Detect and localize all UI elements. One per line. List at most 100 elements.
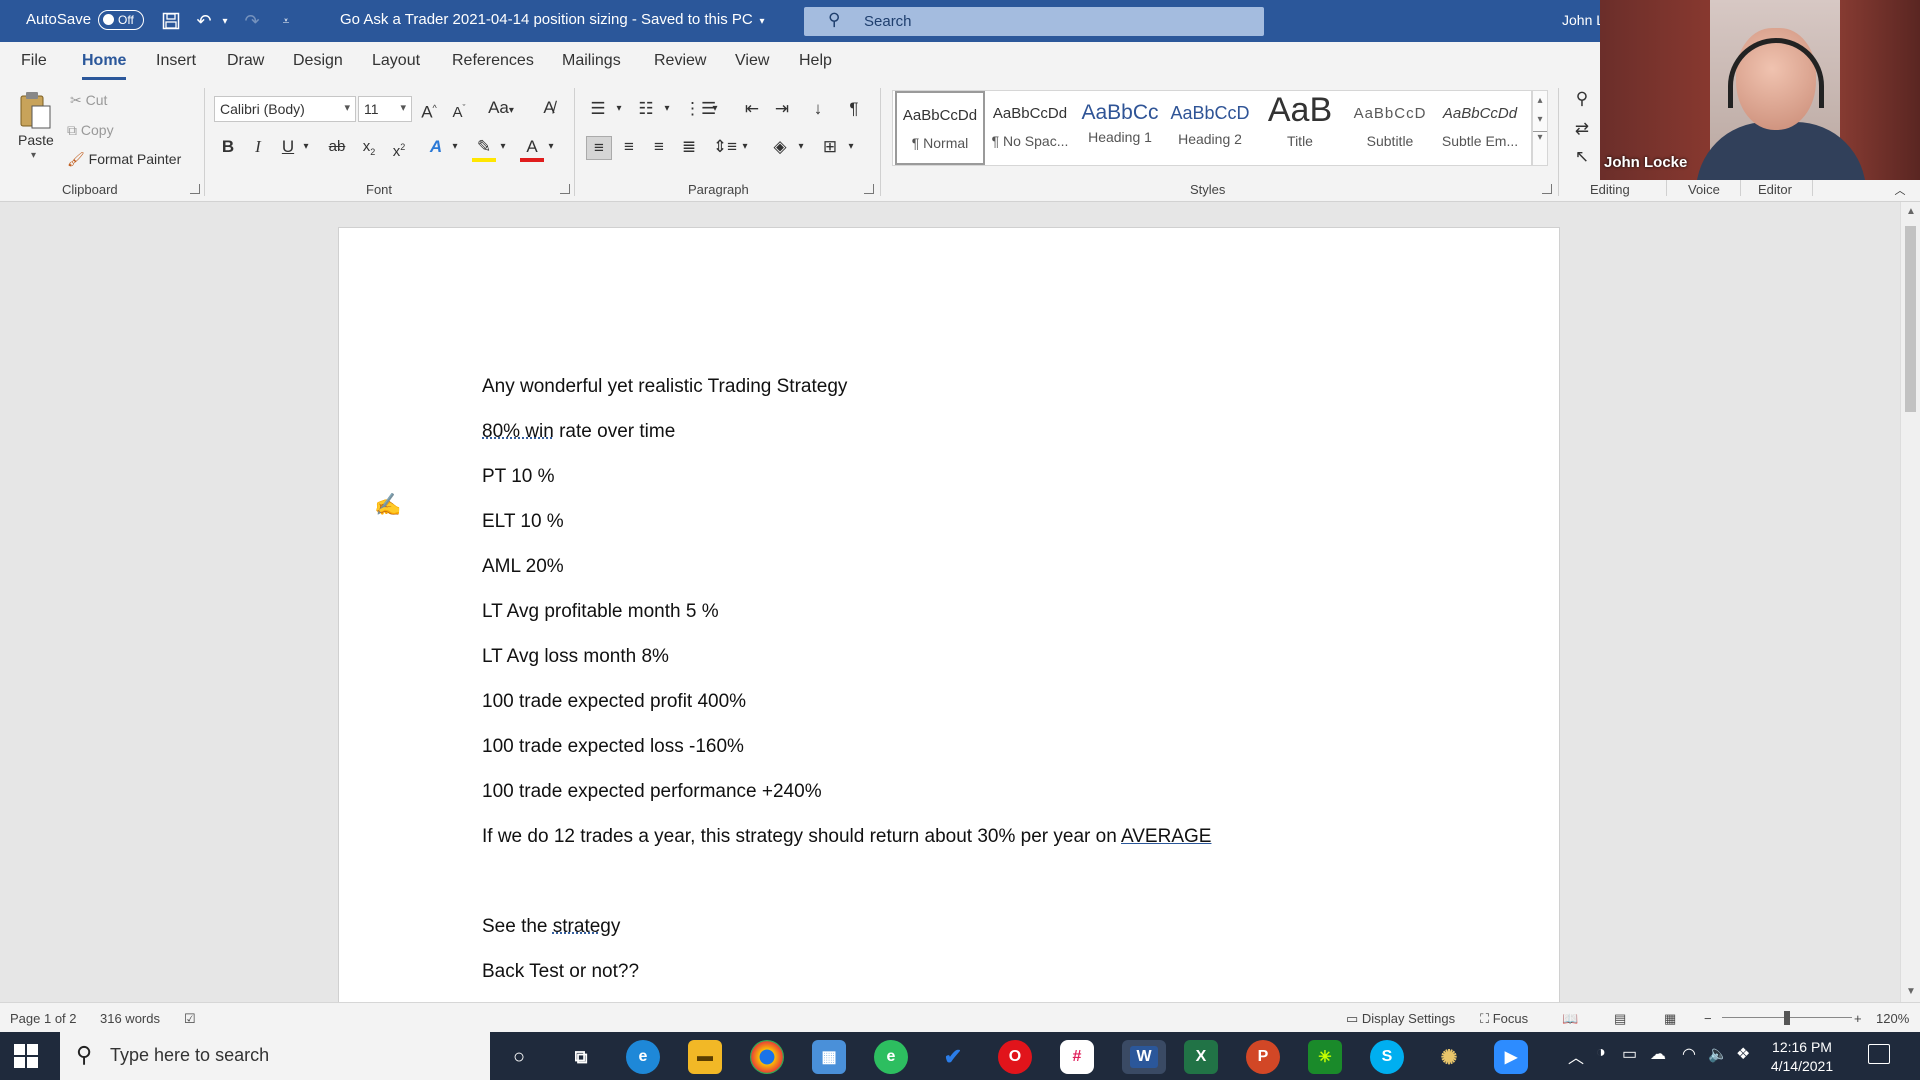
clear-formatting-icon[interactable]: A̸ [538, 97, 560, 119]
doc-line[interactable]: Back Test or not?? [482, 961, 639, 983]
shading-dropdown-icon[interactable]: ▾ [796, 136, 806, 158]
pilcrow-icon[interactable]: ¶ [844, 98, 864, 120]
wifi-icon[interactable]: ◠ [1682, 1044, 1696, 1064]
gallery-up-icon[interactable]: ▴ [1533, 95, 1547, 106]
highlight-dropdown-icon[interactable]: ▾ [498, 136, 508, 158]
collapse-ribbon-icon[interactable]: ︿ [1892, 180, 1908, 202]
zoom-in-icon[interactable]: + [1854, 1011, 1862, 1026]
cortana-icon[interactable]: ○ [502, 1040, 536, 1074]
underline-icon[interactable]: U [278, 136, 298, 158]
borders-icon[interactable]: ⊞ [818, 136, 842, 158]
windows-start-icon[interactable] [14, 1044, 38, 1068]
search-box[interactable]: ⚲ Search [804, 7, 1264, 36]
style-heading-2[interactable]: AaBbCcD Heading 2 [1165, 91, 1255, 165]
styles-launcher-icon[interactable] [1542, 184, 1552, 194]
tray-chevron-up-icon[interactable]: ︿ [1568, 1044, 1584, 1068]
underline-dropdown-icon[interactable]: ▾ [300, 136, 312, 158]
numbering-icon[interactable]: ☷ [634, 98, 658, 120]
style-subtitle[interactable]: AaBbCcD Subtitle [1345, 91, 1435, 165]
trading-app-icon[interactable]: ✳ [1308, 1040, 1342, 1074]
document-page[interactable]: Any wonderful yet realistic Trading Stra… [338, 227, 1560, 1002]
doc-line[interactable]: 100 trade expected performance +240% [482, 781, 822, 803]
doc-line[interactable]: If we do 12 trades a year, this strategy… [482, 826, 1211, 848]
font-color-dropdown-icon[interactable]: ▾ [546, 136, 556, 158]
tab-layout[interactable]: Layout [372, 52, 420, 70]
doc-line[interactable]: LT Avg loss month 8% [482, 646, 669, 668]
superscript-icon[interactable]: x2 [388, 136, 410, 163]
doc-line[interactable]: PT 10 % [482, 466, 555, 488]
undo-icon[interactable]: ↶ [192, 9, 216, 33]
user-name[interactable]: John L [1562, 12, 1604, 28]
doc-line[interactable]: See the strategy [482, 916, 620, 938]
strikethrough-icon[interactable]: ab [326, 136, 348, 158]
dropbox-icon[interactable]: ❖ [1736, 1044, 1750, 1064]
gallery-down-icon[interactable]: ▾ [1533, 114, 1547, 125]
web-layout-icon[interactable]: ▦ [1664, 1011, 1676, 1027]
tab-design[interactable]: Design [293, 52, 343, 70]
word-taskbar-icon[interactable]: W [1122, 1040, 1166, 1074]
tab-home[interactable]: Home [82, 52, 127, 80]
align-right-icon[interactable]: ≡ [646, 136, 672, 158]
sort-icon[interactable]: ↓ [806, 98, 830, 120]
volume-icon[interactable]: 🔈 [1708, 1044, 1728, 1064]
clipboard-launcher-icon[interactable] [190, 184, 200, 194]
select-icon[interactable]: ↖ [1572, 146, 1592, 168]
cut-button[interactable]: ✂ Cut [70, 92, 107, 109]
subscript-icon[interactable]: x2 [358, 136, 380, 163]
shading-icon[interactable]: ◈ [768, 136, 792, 158]
multilevel-list-icon[interactable]: ⋮☰ [684, 98, 716, 120]
style-subtle-emphasis[interactable]: AaBbCcDd Subtle Em... [1435, 91, 1525, 165]
find-icon[interactable]: ⚲ [1572, 88, 1592, 110]
onedrive-icon[interactable]: ☁ [1650, 1044, 1666, 1064]
tab-view[interactable]: View [735, 52, 769, 70]
file-manager-icon[interactable]: ▦ [812, 1040, 846, 1074]
tab-draw[interactable]: Draw [227, 52, 264, 70]
save-icon[interactable] [160, 9, 182, 33]
paste-chevron-icon[interactable]: ▾ [31, 150, 36, 161]
paste-label[interactable]: Paste [18, 132, 54, 148]
doc-line[interactable]: 100 trade expected loss -160% [482, 736, 744, 758]
file-explorer-icon[interactable]: ▬ [688, 1040, 722, 1074]
document-title[interactable]: Go Ask a Trader 2021-04-14 position sizi… [340, 11, 753, 28]
taskbar-clock[interactable]: 12:16 PM 4/14/2021 [1762, 1038, 1842, 1076]
tray-app-icon[interactable]: ◑ [1596, 1044, 1606, 1062]
style-heading-1[interactable]: AaBbCc Heading 1 [1075, 91, 1165, 165]
tab-review[interactable]: Review [654, 52, 706, 70]
style-normal[interactable]: AaBbCcDd ¶ Normal [895, 91, 985, 165]
doc-line[interactable]: 80% win rate over time [482, 421, 675, 443]
doc-line[interactable]: AML 20% [482, 556, 564, 578]
font-color-icon[interactable]: A [520, 136, 544, 162]
highlight-icon[interactable]: ✎ [472, 136, 496, 162]
doc-line[interactable]: Any wonderful yet realistic Trading Stra… [482, 376, 847, 398]
slack-icon[interactable]: # [1060, 1040, 1094, 1074]
tab-help[interactable]: Help [799, 52, 832, 70]
grow-font-icon[interactable]: A^ [418, 97, 440, 124]
opera-icon[interactable]: O [998, 1040, 1032, 1074]
undo-dropdown-icon[interactable]: ▾ [218, 9, 232, 33]
taskbar-search-box[interactable]: ⚲ Type here to search [60, 1032, 490, 1080]
text-effects-icon[interactable]: A [424, 136, 448, 158]
doc-line[interactable]: LT Avg profitable month 5 % [482, 601, 719, 623]
document-canvas[interactable]: Any wonderful yet realistic Trading Stra… [0, 202, 1900, 1002]
borders-dropdown-icon[interactable]: ▾ [846, 136, 856, 158]
gallery-more-icon[interactable]: ▾ [1533, 131, 1547, 143]
title-chevron-down-icon[interactable]: ▾ [756, 9, 768, 33]
chrome-icon[interactable] [750, 1040, 784, 1074]
autosave-toggle[interactable]: Off [98, 10, 144, 30]
bold-icon[interactable]: B [218, 136, 238, 158]
multilevel-dropdown-icon[interactable]: ▾ [710, 98, 720, 120]
focus-button[interactable]: ⛶ Focus [1480, 1011, 1528, 1027]
font-name-dropdown[interactable]: Calibri (Body) ▾ [214, 96, 356, 122]
todo-icon[interactable]: ✔ [936, 1040, 970, 1074]
shrink-font-icon[interactable]: Aˇ [448, 97, 470, 124]
bullets-dropdown-icon[interactable]: ▾ [614, 98, 624, 120]
doc-line[interactable]: 100 trade expected profit 400% [482, 691, 746, 713]
redo-icon[interactable]: ↷ [240, 9, 264, 33]
align-center-icon[interactable]: ≡ [616, 136, 642, 158]
replace-icon[interactable]: ⇄ [1572, 118, 1592, 140]
display-settings-button[interactable]: ▭ Display Settings [1346, 1011, 1455, 1027]
notification-icon[interactable] [1868, 1044, 1890, 1064]
page-indicator[interactable]: Page 1 of 2 [10, 1011, 77, 1026]
battery-icon[interactable]: ▭ [1622, 1044, 1637, 1064]
decrease-indent-icon[interactable]: ⇤ [740, 98, 764, 120]
